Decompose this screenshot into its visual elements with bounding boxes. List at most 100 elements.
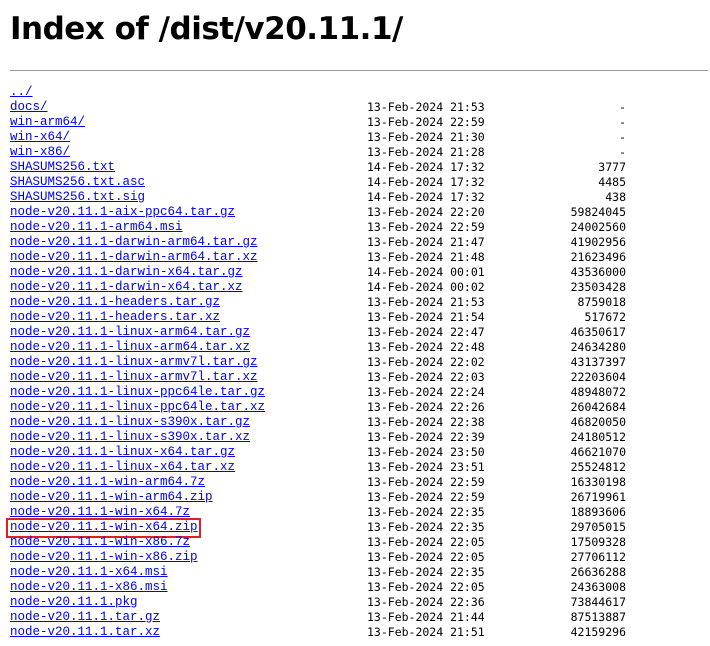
page-title: Index of /dist/v20.11.1/ bbox=[10, 11, 403, 47]
file-link-win-x64-zip[interactable]: node-v20.11.1-win-x64.zip bbox=[10, 520, 198, 535]
file-size: 26636288 bbox=[570, 565, 626, 579]
file-size: 26719961 bbox=[570, 490, 626, 504]
file-link[interactable]: node-v20.11.1-arm64.msi bbox=[10, 220, 183, 235]
list-item: SHASUMS256.txt 14-Feb-2024 17:32 3777 bbox=[10, 160, 630, 175]
list-item: node-v20.11.1-x64.msi 13-Feb-2024 22:35 26… bbox=[10, 565, 630, 580]
file-link[interactable]: node-v20.11.1-darwin-x64.tar.xz bbox=[10, 280, 243, 295]
modified-date: 13-Feb-2024 23:51 bbox=[367, 460, 485, 474]
file-link[interactable]: node-v20.11.1-linux-ppc64le.tar.xz bbox=[10, 400, 265, 415]
modified-date: 13-Feb-2024 22:05 bbox=[367, 580, 485, 594]
modified-date: 13-Feb-2024 22:02 bbox=[367, 355, 485, 369]
modified-date: 13-Feb-2024 22:35 bbox=[367, 505, 485, 519]
file-link[interactable]: node-v20.11.1-darwin-arm64.tar.gz bbox=[10, 235, 258, 250]
file-size: 3777 bbox=[598, 160, 626, 174]
file-link[interactable]: node-v20.11.1-headers.tar.xz bbox=[10, 310, 220, 325]
modified-date: 13-Feb-2024 23:50 bbox=[367, 445, 485, 459]
list-item-highlighted: node-v20.11.1-win-x64.zip 13-Feb-2024 22:… bbox=[6, 518, 630, 538]
list-item: node-v20.11.1-darwin-arm64.tar.gz 13-Feb-… bbox=[10, 235, 630, 250]
file-size: 17509328 bbox=[570, 535, 626, 549]
file-listing: ../ docs/13-Feb-2024 21:53 - win-arm64/13… bbox=[6, 85, 630, 640]
list-item: node-v20.11.1-arm64.msi 13-Feb-2024 22:59… bbox=[10, 220, 630, 235]
modified-date: 13-Feb-2024 22:35 bbox=[367, 565, 485, 579]
file-link[interactable]: node-v20.11.1-aix-ppc64.tar.gz bbox=[10, 205, 235, 220]
file-link[interactable]: node-v20.11.1.pkg bbox=[10, 595, 138, 610]
file-link[interactable]: node-v20.11.1-win-x86.zip bbox=[10, 550, 198, 565]
modified-date: 13-Feb-2024 22:59 bbox=[367, 490, 485, 504]
modified-date: 13-Feb-2024 22:05 bbox=[367, 550, 485, 564]
file-size: 46820050 bbox=[570, 415, 626, 429]
file-link[interactable]: node-v20.11.1-win-x86.7z bbox=[10, 535, 190, 550]
file-link[interactable]: SHASUMS256.txt.asc bbox=[10, 175, 145, 190]
file-size: 43536000 bbox=[570, 265, 626, 279]
list-item: node-v20.11.1-win-arm64.zip 13-Feb-2024 2… bbox=[10, 490, 630, 505]
list-item: node-v20.11.1-darwin-x64.tar.xz 14-Feb-20… bbox=[10, 280, 630, 295]
file-link[interactable]: node-v20.11.1-darwin-x64.tar.gz bbox=[10, 265, 243, 280]
modified-date: 13-Feb-2024 22:38 bbox=[367, 415, 485, 429]
directory-link-docs[interactable]: docs/ bbox=[10, 100, 48, 115]
list-item: node-v20.11.1.tar.gz 13-Feb-2024 21:44 875… bbox=[10, 610, 630, 625]
file-link[interactable]: node-v20.11.1-win-x64.7z bbox=[10, 505, 190, 520]
file-link[interactable]: node-v20.11.1-linux-s390x.tar.xz bbox=[10, 430, 250, 445]
file-link[interactable]: node-v20.11.1-linux-s390x.tar.gz bbox=[10, 415, 250, 430]
file-size: 26042684 bbox=[570, 400, 626, 414]
file-size: 46350617 bbox=[570, 325, 626, 339]
list-item: node-v20.11.1-win-x64.7z 13-Feb-2024 22:3… bbox=[10, 505, 630, 520]
file-size: 16330198 bbox=[570, 475, 626, 489]
modified-date: 13-Feb-2024 21:30 bbox=[367, 130, 485, 144]
file-link[interactable]: node-v20.11.1-win-arm64.7z bbox=[10, 475, 205, 490]
file-link[interactable]: node-v20.11.1-linux-x64.tar.gz bbox=[10, 445, 235, 460]
file-link[interactable]: node-v20.11.1-headers.tar.gz bbox=[10, 295, 220, 310]
modified-date: 13-Feb-2024 21:47 bbox=[367, 235, 485, 249]
modified-date: 13-Feb-2024 22:59 bbox=[367, 475, 485, 489]
modified-date: 13-Feb-2024 21:48 bbox=[367, 250, 485, 264]
list-item: node-v20.11.1-linux-armv7l.tar.xz 13-Feb-… bbox=[10, 370, 630, 385]
list-item: node-v20.11.1-linux-s390x.tar.xz 13-Feb-2… bbox=[10, 430, 630, 445]
list-item: node-v20.11.1-linux-arm64.tar.gz 13-Feb-2… bbox=[10, 325, 630, 340]
directory-link-win-x86[interactable]: win-x86/ bbox=[10, 145, 70, 160]
list-item: node-v20.11.1-linux-arm64.tar.xz 13-Feb-2… bbox=[10, 340, 630, 355]
file-link[interactable]: node-v20.11.1-linux-ppc64le.tar.gz bbox=[10, 385, 265, 400]
modified-date: 14-Feb-2024 00:02 bbox=[367, 280, 485, 294]
list-item: node-v20.11.1-linux-s390x.tar.gz 13-Feb-2… bbox=[10, 415, 630, 430]
modified-date: 13-Feb-2024 22:39 bbox=[367, 430, 485, 444]
file-link[interactable]: node-v20.11.1-win-arm64.zip bbox=[10, 490, 213, 505]
file-size: 87513887 bbox=[570, 610, 626, 624]
file-link[interactable]: node-v20.11.1-linux-armv7l.tar.gz bbox=[10, 355, 258, 370]
file-size: - bbox=[619, 145, 626, 159]
list-item: node-v20.11.1-headers.tar.xz 13-Feb-2024 … bbox=[10, 310, 630, 325]
list-item: node-v20.11.1-linux-armv7l.tar.gz 13-Feb-… bbox=[10, 355, 630, 370]
file-size: 25524812 bbox=[570, 460, 626, 474]
file-link[interactable]: SHASUMS256.txt bbox=[10, 160, 115, 175]
file-size: 517672 bbox=[584, 310, 626, 324]
file-link[interactable]: node-v20.11.1.tar.gz bbox=[10, 610, 160, 625]
file-link[interactable]: node-v20.11.1-linux-arm64.tar.gz bbox=[10, 325, 250, 340]
file-link[interactable]: SHASUMS256.txt.sig bbox=[10, 190, 145, 205]
file-size: 46621070 bbox=[570, 445, 626, 459]
file-link[interactable]: node-v20.11.1-linux-arm64.tar.xz bbox=[10, 340, 250, 355]
list-item: SHASUMS256.txt.asc 14-Feb-2024 17:32 4485 bbox=[10, 175, 630, 190]
file-link[interactable]: node-v20.11.1-linux-x64.tar.xz bbox=[10, 460, 235, 475]
modified-date: 13-Feb-2024 22:24 bbox=[367, 385, 485, 399]
list-item: node-v20.11.1-linux-x64.tar.xz 13-Feb-202… bbox=[10, 460, 630, 475]
file-link[interactable]: node-v20.11.1-linux-armv7l.tar.xz bbox=[10, 370, 258, 385]
list-item: node-v20.11.1-win-x86.zip 13-Feb-2024 22:… bbox=[10, 550, 630, 565]
file-size: 21623496 bbox=[570, 250, 626, 264]
file-link[interactable]: node-v20.11.1.tar.xz bbox=[10, 625, 160, 640]
file-size: - bbox=[619, 115, 626, 129]
file-size: 41902956 bbox=[570, 235, 626, 249]
directory-link-win-arm64[interactable]: win-arm64/ bbox=[10, 115, 85, 130]
modified-date: 13-Feb-2024 22:59 bbox=[367, 220, 485, 234]
modified-date: 13-Feb-2024 22:05 bbox=[367, 535, 485, 549]
modified-date: 13-Feb-2024 21:53 bbox=[367, 295, 485, 309]
file-size: 48948072 bbox=[570, 385, 626, 399]
directory-link-win-x64[interactable]: win-x64/ bbox=[10, 130, 70, 145]
file-link[interactable]: node-v20.11.1-x86.msi bbox=[10, 580, 168, 595]
file-link[interactable]: node-v20.11.1-x64.msi bbox=[10, 565, 168, 580]
file-size: 29705015 bbox=[570, 520, 626, 534]
list-item: ../ bbox=[10, 85, 630, 100]
file-size: 24180512 bbox=[570, 430, 626, 444]
parent-directory-link[interactable]: ../ bbox=[10, 85, 33, 100]
file-link[interactable]: node-v20.11.1-darwin-arm64.tar.xz bbox=[10, 250, 258, 265]
file-size: 43137397 bbox=[570, 355, 626, 369]
file-size: 438 bbox=[605, 190, 626, 204]
